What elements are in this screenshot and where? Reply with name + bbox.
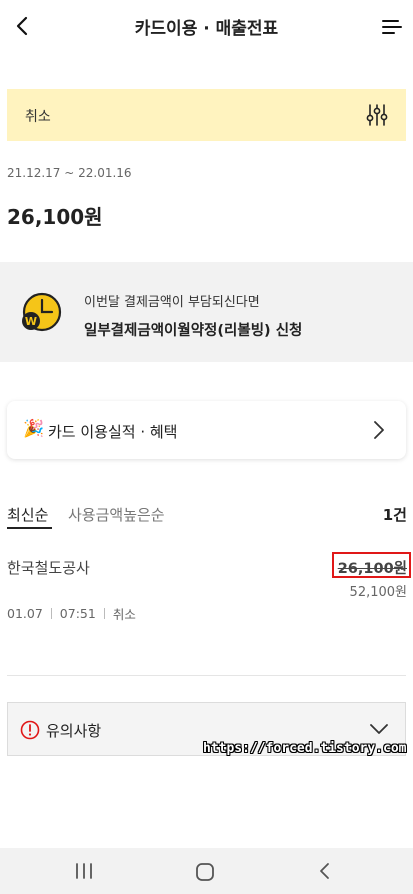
transaction-meta: 01.07 07:51 취소 bbox=[7, 604, 136, 623]
merchant-name[interactable]: 한국철도공사 bbox=[7, 557, 90, 578]
chevron-right-icon bbox=[374, 421, 384, 439]
filter-sliders-icon[interactable] bbox=[364, 102, 390, 128]
date-range: 21.12.17 ~ 22.01.16 bbox=[7, 166, 132, 180]
clock-coin-icon: W bbox=[22, 292, 62, 332]
filter-bar[interactable]: 취소 bbox=[7, 89, 406, 141]
promo-subtext: 이번달 결제금액이 부담되신다면 bbox=[84, 295, 260, 310]
total-amount: 26,100원 bbox=[7, 205, 103, 229]
recent-apps-icon[interactable] bbox=[74, 862, 94, 880]
menu-icon[interactable] bbox=[379, 14, 405, 40]
notice-label: 유의사항 bbox=[46, 722, 102, 740]
watermark: https://forced.tistory.com bbox=[203, 741, 407, 756]
original-amount: 52,100원 bbox=[349, 585, 407, 600]
separator bbox=[103, 608, 105, 619]
transaction-date: 01.07 bbox=[7, 606, 43, 621]
divider bbox=[7, 675, 406, 676]
cancelled-amount: 26,100원 bbox=[337, 561, 407, 577]
active-tab-indicator bbox=[7, 527, 52, 529]
page-title: 카드이용 · 매출전표 bbox=[134, 19, 279, 39]
chevron-down-icon[interactable] bbox=[369, 723, 389, 735]
svg-text:W: W bbox=[25, 315, 37, 328]
home-icon[interactable] bbox=[195, 862, 215, 882]
transaction-time: 07:51 bbox=[59, 606, 96, 621]
info-icon bbox=[20, 720, 40, 740]
nav-back-icon[interactable] bbox=[318, 862, 332, 880]
tab-sort-latest[interactable]: 최신순 bbox=[7, 504, 48, 525]
tab-sort-amount[interactable]: 사용금액높은순 bbox=[68, 504, 165, 525]
benefit-label: 카드 이용실적 · 혜택 bbox=[48, 423, 178, 441]
party-popper-icon: 🎉 bbox=[23, 419, 45, 439]
separator bbox=[50, 608, 52, 619]
result-count: 1건 bbox=[382, 506, 407, 524]
promo-title[interactable]: 일부결제금액이월약정(리볼빙) 신청 bbox=[84, 319, 302, 340]
card-benefit-link[interactable]: 🎉 카드 이용실적 · 혜택 bbox=[7, 401, 406, 459]
system-nav-bar bbox=[0, 848, 413, 894]
revolving-promo-banner[interactable]: W bbox=[0, 262, 413, 362]
filter-label: 취소 bbox=[25, 109, 51, 125]
top-bar: 카드이용 · 매출전표 bbox=[0, 0, 413, 52]
transaction-status: 취소 bbox=[112, 607, 136, 622]
